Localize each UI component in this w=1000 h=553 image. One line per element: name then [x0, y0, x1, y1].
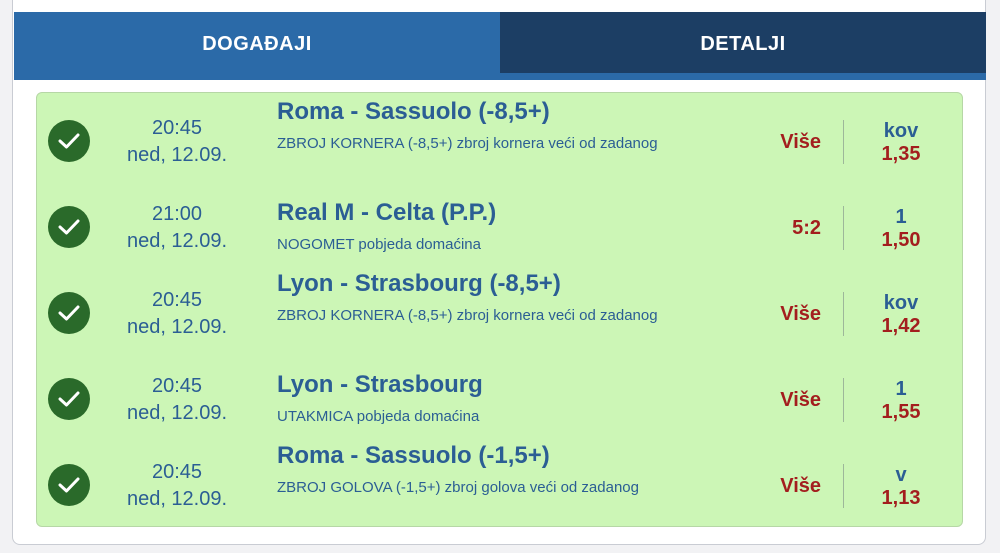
event-pick: Više	[780, 389, 821, 411]
event-row[interactable]: 20:45 ned, 12.09. Roma - Sassuolo (-8,5+…	[37, 93, 962, 179]
event-description: ZBROJ KORNERA (-8,5+) zbroj kornera veći…	[277, 307, 658, 324]
tab-events[interactable]: DOGAĐAJI	[14, 12, 500, 80]
event-datetime: 20:45 ned, 12.09.	[119, 373, 235, 427]
event-description: ZBROJ GOLOVA (-1,5+) zbroj golova veći o…	[277, 479, 639, 496]
event-date: ned, 12.09.	[126, 144, 228, 166]
event-time: 21:00	[151, 203, 203, 225]
divider	[843, 464, 844, 508]
odds-value: 1,42	[881, 315, 921, 337]
event-description: NOGOMET pobjeda domaćina	[277, 236, 481, 253]
event-datetime: 20:45 ned, 12.09.	[119, 459, 235, 513]
event-time: 20:45	[151, 461, 203, 483]
event-time: 20:45	[151, 375, 203, 397]
event-datetime: 20:45 ned, 12.09.	[119, 287, 235, 341]
event-match: Lyon - Strasbourg (-8,5+) ZBROJ KORNERA …	[277, 269, 737, 326]
divider	[843, 206, 844, 250]
event-pick: Više	[780, 475, 821, 497]
event-title: Lyon - Strasbourg (-8,5+)	[277, 270, 561, 297]
event-title: Roma - Sassuolo (-8,5+)	[277, 98, 550, 125]
tab-details[interactable]: DETALJI	[500, 12, 986, 80]
check-icon	[48, 206, 90, 248]
divider	[843, 120, 844, 164]
event-date: ned, 12.09.	[126, 316, 228, 338]
odds-type: kov	[883, 120, 919, 142]
event-title: Real M - Celta (P.P.)	[277, 199, 497, 226]
event-pick: Više	[780, 303, 821, 325]
event-match: Real M - Celta (P.P.) NOGOMET pobjeda do…	[277, 198, 737, 255]
odds-type: v	[895, 464, 907, 486]
event-title: Lyon - Strasbourg	[277, 371, 483, 398]
event-datetime: 20:45 ned, 12.09.	[119, 115, 235, 169]
event-time: 20:45	[151, 289, 203, 311]
event-date: ned, 12.09.	[126, 402, 228, 424]
odds-value: 1,55	[881, 401, 921, 423]
odds-value: 1,35	[881, 143, 921, 165]
event-row[interactable]: 21:00 ned, 12.09. Real M - Celta (P.P.) …	[37, 179, 962, 265]
event-pick: Više	[780, 131, 821, 153]
event-row[interactable]: 20:45 ned, 12.09. Roma - Sassuolo (-1,5+…	[37, 437, 962, 523]
check-icon	[48, 120, 90, 162]
event-match: Roma - Sassuolo (-8,5+) ZBROJ KORNERA (-…	[277, 97, 737, 154]
events-list: 20:45 ned, 12.09. Roma - Sassuolo (-8,5+…	[36, 92, 963, 527]
event-odds: 1 1,50	[857, 206, 945, 252]
check-icon	[48, 378, 90, 420]
check-icon	[48, 292, 90, 334]
event-datetime: 21:00 ned, 12.09.	[119, 201, 235, 255]
event-pick: 5:2	[792, 217, 821, 239]
tab-bar: DOGAĐAJI DETALJI	[14, 12, 986, 80]
event-date: ned, 12.09.	[126, 488, 228, 510]
odds-type: 1	[895, 378, 907, 400]
event-match: Lyon - Strasbourg UTAKMICA pobjeda domać…	[277, 370, 737, 427]
event-date: ned, 12.09.	[126, 230, 228, 252]
odds-value: 1,13	[881, 487, 921, 509]
odds-type: kov	[883, 292, 919, 314]
divider	[843, 292, 844, 336]
odds-type: 1	[895, 206, 907, 228]
event-odds: kov 1,35	[857, 120, 945, 166]
odds-value: 1,50	[881, 229, 921, 251]
event-odds: 1 1,55	[857, 378, 945, 424]
event-odds: v 1,13	[857, 464, 945, 510]
check-icon	[48, 464, 90, 506]
event-row[interactable]: 20:45 ned, 12.09. Lyon - Strasbourg UTAK…	[37, 351, 962, 437]
event-match: Roma - Sassuolo (-1,5+) ZBROJ GOLOVA (-1…	[277, 441, 737, 498]
event-row[interactable]: 20:45 ned, 12.09. Lyon - Strasbourg (-8,…	[37, 265, 962, 351]
event-description: ZBROJ KORNERA (-8,5+) zbroj kornera veći…	[277, 135, 658, 152]
event-time: 20:45	[151, 117, 203, 139]
divider	[843, 378, 844, 422]
event-description: UTAKMICA pobjeda domaćina	[277, 408, 480, 425]
event-odds: kov 1,42	[857, 292, 945, 338]
event-title: Roma - Sassuolo (-1,5+)	[277, 442, 550, 469]
